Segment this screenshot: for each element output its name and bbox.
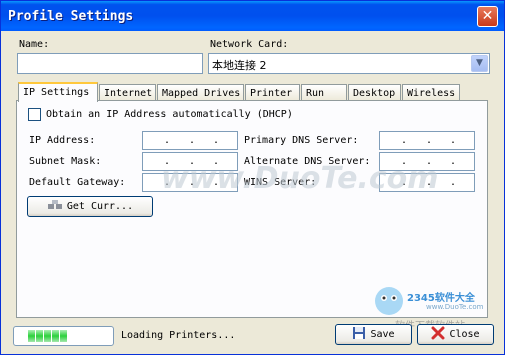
logo-url: www.DuoTe.com	[426, 303, 484, 311]
primary-dns-label: Primary DNS Server:	[244, 135, 359, 146]
progress-segment	[36, 330, 43, 342]
tab-run[interactable]: Run	[301, 84, 347, 101]
tab-wireless[interactable]: Wireless	[402, 84, 460, 101]
tab-desktop[interactable]: Desktop	[348, 84, 401, 101]
tab-label: Internet	[104, 88, 153, 99]
progress-segment	[28, 330, 35, 342]
window-title: Profile Settings	[8, 9, 134, 24]
tab-label: Printer	[250, 88, 293, 99]
network-card-value: 本地连接 2	[212, 59, 267, 72]
chevron-down-icon[interactable]: ▼	[471, 55, 488, 72]
tab-label: Mapped Drives	[162, 88, 241, 99]
tab-mapped-drives[interactable]: Mapped Drives	[157, 84, 244, 101]
tab-label: Run	[306, 88, 325, 99]
progress-segment	[60, 330, 67, 342]
tab-label: Desktop	[353, 88, 396, 99]
status-text: Loading Printers...	[121, 330, 236, 341]
dhcp-label: Obtain an IP Address automatically (DHCP…	[46, 109, 293, 120]
network-card-label: Network Card:	[210, 39, 289, 50]
tab-printer[interactable]: Printer	[245, 84, 300, 101]
ip-address-label: IP Address:	[29, 135, 96, 146]
subnet-mask-label: Subnet Mask:	[29, 156, 102, 167]
logo-text: 2345软件大全	[407, 293, 475, 304]
window-close-button[interactable]: ✕	[477, 6, 498, 27]
tab-label: IP Settings	[23, 87, 90, 98]
name-input[interactable]	[17, 53, 203, 74]
profile-settings-window: Profile Settings ✕ Name: Network Card: 本…	[0, 0, 505, 355]
progress-segment	[52, 330, 59, 342]
floppy-disk-icon	[352, 326, 366, 343]
get-current-label: Get Curr...	[66, 201, 134, 212]
ip-address-field[interactable]: ...	[142, 131, 238, 150]
primary-dns-field[interactable]: ...	[379, 131, 475, 150]
title-bar: Profile Settings	[1, 1, 504, 31]
tab-internet[interactable]: Internet	[99, 84, 156, 101]
progress-bar	[13, 326, 114, 346]
network-icon	[47, 199, 63, 214]
tab-ip-settings[interactable]: IP Settings	[18, 82, 98, 102]
close-button[interactable]: Close	[417, 324, 494, 345]
network-card-select[interactable]: 本地连接 2 ▼	[208, 53, 490, 74]
dhcp-checkbox[interactable]	[28, 108, 41, 121]
default-gateway-label: Default Gateway:	[29, 177, 126, 188]
save-label: Save	[370, 329, 395, 340]
save-button[interactable]: Save	[335, 324, 412, 345]
name-label: Name:	[19, 39, 50, 50]
close-label: Close	[449, 329, 480, 340]
get-current-button[interactable]: Get Curr...	[27, 196, 153, 217]
tab-label: Wireless	[407, 88, 456, 99]
progress-segment	[44, 330, 51, 342]
red-x-icon	[431, 326, 445, 343]
watermark: www.DuoTe.com	[161, 161, 439, 196]
